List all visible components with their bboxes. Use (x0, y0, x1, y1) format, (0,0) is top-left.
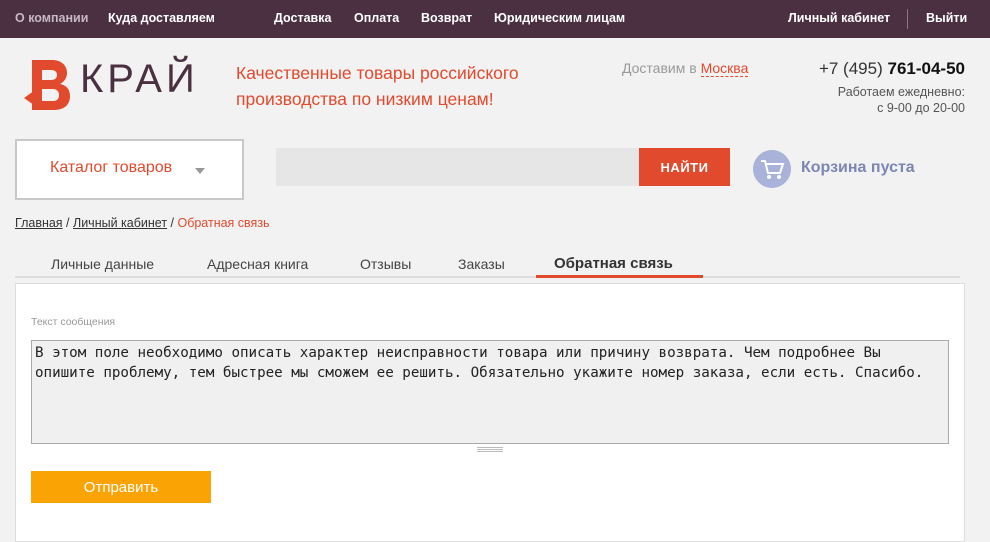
hours-value: с 9-00 до 20-00 (877, 101, 965, 115)
submit-button[interactable]: Отправить (31, 471, 211, 503)
logo-icon[interactable] (24, 58, 72, 112)
search-input[interactable] (276, 148, 639, 186)
hours-title: Работаем ежедневно: (837, 85, 965, 99)
message-label: Текст сообщения (31, 316, 116, 328)
nav-return[interactable]: Возврат (421, 11, 472, 25)
delivery-prefix: Доставим в (622, 60, 697, 76)
working-hours: Работаем ежедневно: с 9-00 до 20-00 (838, 84, 965, 116)
breadcrumb-account[interactable]: Личный кабинет (73, 216, 167, 230)
nav-divider (907, 9, 908, 29)
nav-about[interactable]: О компании (15, 11, 88, 25)
tab-feedback[interactable]: Обратная связь (554, 255, 673, 272)
tab-reviews[interactable]: Отзывы (360, 256, 411, 272)
cart-icon[interactable] (753, 150, 791, 188)
phone: +7 (495) 761-04-50 (819, 59, 965, 79)
breadcrumb-home[interactable]: Главная (15, 216, 63, 230)
logo-text[interactable]: КРАЙ (80, 57, 199, 102)
tab-personal-data[interactable]: Личные данные (51, 256, 154, 272)
breadcrumb: Главная / Личный кабинет / Обратная связ… (15, 216, 270, 230)
site-header: КРАЙ Качественные товары российского про… (0, 38, 990, 138)
nav-delivery-regions[interactable]: Куда доставляем (108, 11, 215, 25)
city-selector[interactable]: Москва (700, 60, 749, 77)
tab-orders[interactable]: Заказы (458, 256, 505, 272)
search-button[interactable]: НАЙТИ (639, 148, 730, 186)
slogan: Качественные товары российского производ… (236, 63, 519, 109)
nav-legal-entities[interactable]: Юридическим лицам (494, 11, 625, 25)
phone-number: 761-04-50 (887, 59, 965, 78)
catalog-label: Каталог товаров (50, 159, 173, 176)
nav-logout[interactable]: Выйти (926, 11, 967, 25)
chevron-down-icon (195, 168, 205, 174)
resize-grip-icon[interactable] (477, 447, 503, 452)
breadcrumb-current: Обратная связь (177, 216, 270, 230)
delivery-city: Доставим в Москва (622, 60, 749, 77)
nav-account[interactable]: Личный кабинет (788, 11, 890, 25)
nav-delivery[interactable]: Доставка (274, 11, 331, 25)
phone-prefix: +7 (495) (818, 59, 883, 78)
cart-status[interactable]: Корзина пуста (801, 159, 915, 177)
catalog-button[interactable]: Каталог товаров (15, 139, 244, 200)
top-navigation: О компании Куда доставляем Доставка Опла… (0, 0, 990, 38)
tab-address-book[interactable]: Адресная книга (207, 256, 308, 272)
message-textarea[interactable]: В этом поле необходимо описать характер … (31, 340, 949, 444)
tabs-divider (15, 276, 960, 278)
nav-payment[interactable]: Оплата (354, 11, 399, 25)
active-tab-indicator (536, 275, 703, 278)
